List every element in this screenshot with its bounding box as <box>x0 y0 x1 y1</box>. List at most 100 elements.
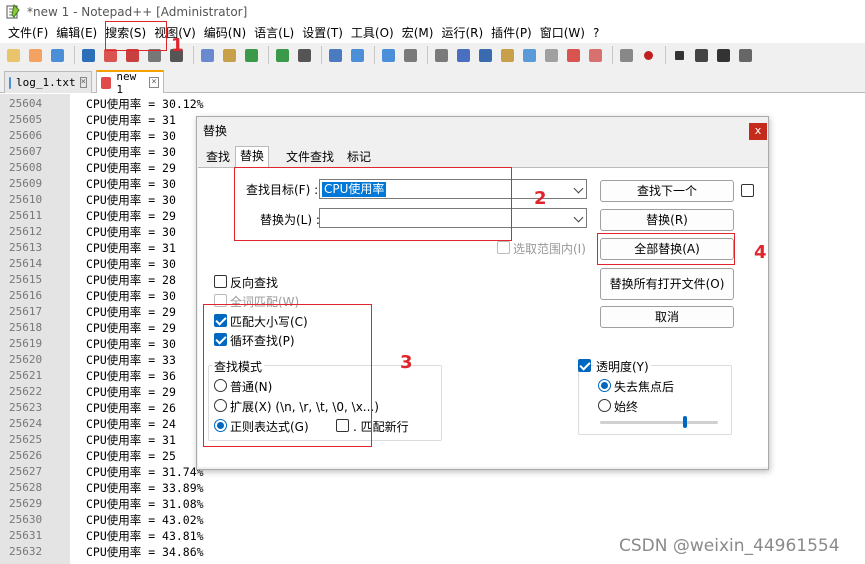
stop-icon[interactable] <box>670 46 688 64</box>
annotation-number-4: 4 <box>754 242 767 263</box>
menu-item[interactable]: 编辑(E) <box>52 24 101 43</box>
wrap-icon[interactable] <box>454 46 472 64</box>
menu-item[interactable]: 文件(F) <box>4 24 52 43</box>
open-icon[interactable] <box>26 46 44 64</box>
zoom-out-icon[interactable] <box>379 46 397 64</box>
code-line[interactable]: CPU使用率 = 33.89% <box>86 480 204 496</box>
tab-log-1[interactable]: log_1.txt × <box>4 71 92 93</box>
undo-icon[interactable] <box>242 46 260 64</box>
func-list-icon[interactable] <box>564 46 582 64</box>
indent-guide-icon[interactable] <box>498 46 516 64</box>
always-radio[interactable] <box>598 399 611 412</box>
code-line[interactable]: CPU使用率 = 29 <box>86 304 176 320</box>
menu-item[interactable]: 设置(T) <box>298 24 347 43</box>
code-line[interactable]: CPU使用率 = 31 <box>86 112 176 128</box>
save-icon[interactable] <box>48 46 66 64</box>
code-line[interactable]: CPU使用率 = 28 <box>86 272 176 288</box>
sync-h-icon[interactable] <box>432 46 450 64</box>
code-line[interactable]: CPU使用率 = 30 <box>86 176 176 192</box>
tab-new-1[interactable]: new 1 × <box>96 70 164 96</box>
save-macro-icon[interactable] <box>736 46 754 64</box>
menu-item[interactable]: 窗口(W) <box>536 24 589 43</box>
menu-item[interactable]: 运行(R) <box>437 24 487 43</box>
code-line[interactable]: CPU使用率 = 30 <box>86 192 176 208</box>
monitor-icon[interactable] <box>617 46 635 64</box>
chevron-down-icon[interactable] <box>573 212 584 223</box>
line-number: 25625 <box>9 433 43 446</box>
code-line[interactable]: CPU使用率 = 36 <box>86 368 176 384</box>
tab-label: log_1.txt <box>15 76 76 89</box>
sync-v-icon[interactable] <box>401 46 419 64</box>
save-all-icon[interactable] <box>79 46 97 64</box>
code-line[interactable]: CPU使用率 = 34.86% <box>86 544 204 560</box>
tab-find-in-files[interactable]: 文件查找 <box>282 148 338 167</box>
play-multi-icon[interactable] <box>714 46 732 64</box>
code-line[interactable]: CPU使用率 = 29 <box>86 384 176 400</box>
all-chars-icon[interactable] <box>476 46 494 64</box>
menu-item[interactable]: 语言(L) <box>250 24 298 43</box>
dialog-close-button[interactable]: x <box>749 123 767 140</box>
tab-replace[interactable]: 替换 <box>235 146 270 168</box>
line-number: 25620 <box>9 353 43 366</box>
transparency-checkbox[interactable] <box>578 359 591 372</box>
code-line[interactable]: CPU使用率 = 30 <box>86 128 176 144</box>
code-line[interactable]: CPU使用率 = 30 <box>86 288 176 304</box>
menu-item[interactable]: 工具(O) <box>347 24 398 43</box>
on-lose-focus-radio[interactable] <box>598 379 611 392</box>
code-line[interactable]: CPU使用率 = 31 <box>86 432 176 448</box>
folder-icon[interactable] <box>586 46 604 64</box>
record-icon[interactable] <box>639 46 657 64</box>
replace-all-open-files-button[interactable]: 替换所有打开文件(O) <box>600 268 734 300</box>
find-next-option-checkbox[interactable] <box>741 184 754 197</box>
chevron-down-icon[interactable] <box>573 183 584 194</box>
code-line[interactable]: CPU使用率 = 33 <box>86 352 176 368</box>
menu-item[interactable]: ? <box>589 24 603 43</box>
annotation-number-2: 2 <box>534 188 547 209</box>
line-number: 25619 <box>9 337 43 350</box>
code-line[interactable]: CPU使用率 = 31 <box>86 240 176 256</box>
code-line[interactable]: CPU使用率 = 30 <box>86 336 176 352</box>
code-line[interactable]: CPU使用率 = 30 <box>86 144 176 160</box>
menu-item[interactable]: 插件(P) <box>487 24 536 43</box>
close-tab-icon[interactable]: × <box>79 77 87 88</box>
backward-checkbox[interactable] <box>214 275 227 288</box>
replace-icon[interactable] <box>326 46 344 64</box>
transparency-slider-thumb[interactable] <box>683 416 687 428</box>
close-tab-icon[interactable]: × <box>149 77 159 88</box>
play-icon[interactable] <box>692 46 710 64</box>
code-line[interactable]: CPU使用率 = 31.74% <box>86 464 204 480</box>
code-line[interactable]: CPU使用率 = 26 <box>86 400 176 416</box>
code-line[interactable]: CPU使用率 = 30 <box>86 256 176 272</box>
code-line[interactable]: CPU使用率 = 29 <box>86 208 176 224</box>
doc-map-icon[interactable] <box>542 46 560 64</box>
code-line[interactable]: CPU使用率 = 29 <box>86 320 176 336</box>
code-line[interactable]: CPU使用率 = 30 <box>86 224 176 240</box>
tab-find[interactable]: 查找 <box>202 148 234 167</box>
tab-mark[interactable]: 标记 <box>343 148 375 167</box>
code-line[interactable]: CPU使用率 = 29 <box>86 160 176 176</box>
code-line[interactable]: CPU使用率 = 31.08% <box>86 496 204 512</box>
replace-button[interactable]: 替换(R) <box>600 209 734 231</box>
transparency-slider-track[interactable] <box>600 421 718 424</box>
udl-icon[interactable] <box>520 46 538 64</box>
new-icon[interactable] <box>4 46 22 64</box>
toolbar-separator <box>374 46 375 64</box>
code-line[interactable]: CPU使用率 = 43.81% <box>86 528 204 544</box>
code-line[interactable]: CPU使用率 = 43.02% <box>86 512 204 528</box>
toolbar-separator <box>268 46 269 64</box>
menu-item[interactable]: 宏(M) <box>398 24 438 43</box>
code-line[interactable]: CPU使用率 = 25 <box>86 448 176 464</box>
in-selection-checkbox[interactable] <box>497 241 510 254</box>
find-next-button[interactable]: 查找下一个 <box>600 180 734 202</box>
zoom-in-icon[interactable] <box>348 46 366 64</box>
code-line[interactable]: CPU使用率 = 30.12% <box>86 96 204 112</box>
annotation-number-3: 3 <box>400 352 413 373</box>
line-number: 25608 <box>9 161 43 174</box>
code-line[interactable]: CPU使用率 = 24 <box>86 416 176 432</box>
copy-icon[interactable] <box>198 46 216 64</box>
find-icon[interactable] <box>295 46 313 64</box>
menu-item[interactable]: 编码(N) <box>200 24 250 43</box>
cancel-button[interactable]: 取消 <box>600 306 734 328</box>
redo-icon[interactable] <box>273 46 291 64</box>
paste-icon[interactable] <box>220 46 238 64</box>
